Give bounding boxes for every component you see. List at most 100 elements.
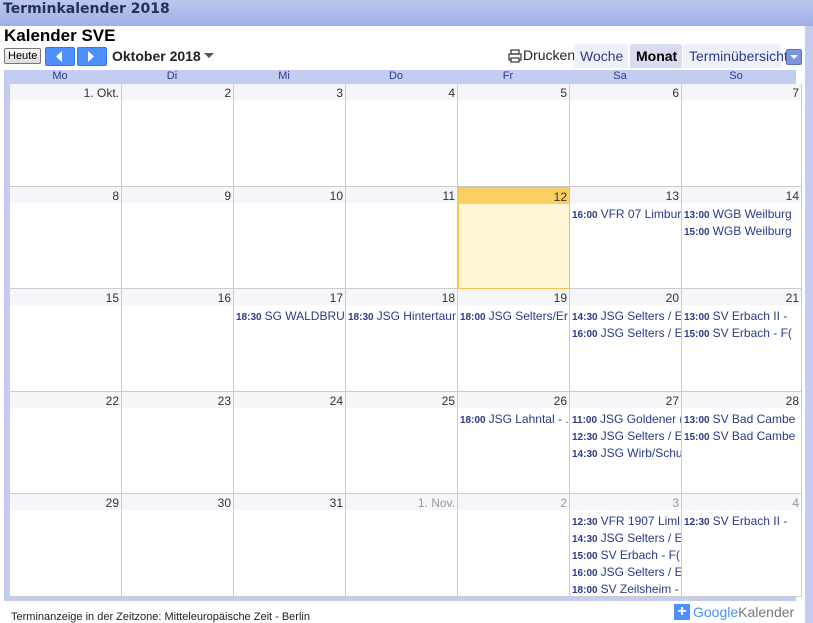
day-cell[interactable]: 23 — [122, 392, 234, 494]
month-picker-dropdown[interactable] — [204, 53, 214, 58]
day-number[interactable]: 4 — [792, 496, 799, 510]
day-number[interactable]: 20 — [666, 291, 679, 305]
day-cell[interactable]: 19 18:00 JSG Selters/Er — [458, 289, 570, 392]
event-item[interactable]: 16:00 VFR 07 Limbur — [572, 207, 681, 221]
day-cell[interactable]: 11 — [346, 187, 458, 289]
day-number[interactable]: 13 — [666, 189, 679, 203]
day-number[interactable]: 29 — [106, 496, 119, 510]
prev-month-button[interactable] — [45, 47, 75, 66]
event-item[interactable]: 12:30 JSG Selters / E — [572, 429, 681, 443]
day-cell[interactable]: 24 — [234, 392, 346, 494]
day-cell[interactable]: 16 — [122, 289, 234, 392]
event-item[interactable]: 18:00 JSG Selters/Er — [460, 309, 568, 323]
day-number[interactable]: 26 — [554, 394, 567, 408]
event-item[interactable]: 15:00 SV Erbach - F( — [572, 548, 680, 562]
day-number[interactable]: 22 — [106, 394, 119, 408]
day-number[interactable]: 1. Okt. — [84, 86, 119, 100]
event-item[interactable]: 18:30 JSG Hintertaur — [348, 309, 456, 323]
event-item[interactable]: 14:30 JSG Wirb/Schu — [572, 446, 681, 460]
day-number[interactable]: 11 — [443, 189, 455, 203]
tab-week[interactable]: Woche — [574, 44, 628, 68]
view-dropdown-button[interactable] — [786, 49, 802, 65]
day-cell[interactable]: 27 11:00 JSG Goldener ( 12:30 JSG Selters / … — [570, 392, 682, 494]
day-cell[interactable]: 17 18:30 SG WALDBRUN — [234, 289, 346, 392]
day-cell[interactable]: 3 — [234, 84, 346, 187]
day-number[interactable]: 28 — [786, 394, 799, 408]
day-cell[interactable]: 22 — [10, 392, 122, 494]
day-cell[interactable]: 5 — [458, 84, 570, 187]
tab-agenda[interactable]: Terminübersicht — [683, 44, 788, 68]
day-cell[interactable]: 2 — [122, 84, 234, 187]
event-item[interactable]: 13:00 WGB Weilburg — [684, 207, 792, 221]
day-cell[interactable]: 9 — [122, 187, 234, 289]
day-number[interactable]: 3 — [672, 496, 679, 510]
event-item[interactable]: 14:30 JSG Selters / E — [572, 309, 681, 323]
day-number[interactable]: 21 — [786, 291, 799, 305]
day-number[interactable]: 8 — [112, 189, 119, 203]
day-cell[interactable]: 21 13:00 SV Erbach II - 15:00 SV Erbach - F( — [682, 289, 802, 392]
day-cell[interactable]: 14 13:00 WGB Weilburg 15:00 WGB Weilburg — [682, 187, 802, 289]
event-item[interactable]: 18:00 JSG Lahntal - . — [460, 412, 569, 426]
day-cell[interactable]: 15 — [10, 289, 122, 392]
day-number[interactable]: 30 — [218, 496, 231, 510]
event-item[interactable]: 15:00 WGB Weilburg — [684, 224, 792, 238]
event-item[interactable]: 13:00 SV Erbach II - — [684, 309, 787, 323]
day-number[interactable]: 19 — [554, 291, 567, 305]
day-number[interactable]: 18 — [442, 291, 455, 305]
event-item[interactable]: 12:30 VFR 1907 Liml — [572, 514, 680, 528]
day-number[interactable]: 17 — [330, 291, 343, 305]
day-cell[interactable]: 20 14:30 JSG Selters / E 16:00 JSG Selters /… — [570, 289, 682, 392]
day-number[interactable]: 4 — [448, 86, 455, 100]
day-cell-today[interactable]: 12 — [458, 187, 570, 289]
event-item[interactable]: 15:00 SV Erbach - F( — [684, 326, 792, 340]
day-number[interactable]: 9 — [224, 189, 231, 203]
day-number[interactable]: 23 — [218, 394, 231, 408]
day-cell[interactable]: 30 — [122, 494, 234, 597]
event-item[interactable]: 11:00 JSG Goldener ( — [572, 412, 681, 426]
day-number[interactable]: 2 — [560, 496, 567, 510]
tab-month[interactable]: Monat — [630, 44, 682, 68]
event-item[interactable]: 13:00 SV Bad Cambe — [684, 412, 795, 426]
day-cell[interactable]: 8 — [10, 187, 122, 289]
day-cell[interactable]: 1. Okt. — [10, 84, 122, 187]
day-cell[interactable]: 6 — [570, 84, 682, 187]
event-item[interactable]: 18:30 SG WALDBRUN — [236, 309, 345, 323]
day-number[interactable]: 2 — [224, 86, 231, 100]
day-cell[interactable]: 3 12:30 VFR 1907 Liml 14:30 JSG Selters / E 1… — [570, 494, 682, 597]
event-item[interactable]: 15:00 SV Bad Cambe — [684, 429, 795, 443]
day-cell[interactable]: 1. Nov. — [346, 494, 458, 597]
day-cell[interactable]: 4 — [346, 84, 458, 187]
day-number[interactable]: 3 — [336, 86, 343, 100]
print-button[interactable]: Drucken — [508, 47, 575, 63]
day-number[interactable]: 24 — [330, 394, 343, 408]
day-number[interactable]: 5 — [560, 86, 567, 100]
day-number[interactable]: 31 — [330, 496, 343, 510]
event-item[interactable]: 16:00 JSG Selters / E — [572, 326, 681, 340]
event-item[interactable]: 14:30 JSG Selters / E — [572, 531, 681, 545]
day-number[interactable]: 16 — [218, 291, 231, 305]
day-cell[interactable]: 18 18:30 JSG Hintertaur — [346, 289, 458, 392]
day-cell[interactable]: 2 — [458, 494, 570, 597]
day-cell[interactable]: 10 — [234, 187, 346, 289]
event-item[interactable]: 18:00 SV Zeilsheim - — [572, 582, 679, 596]
day-number[interactable]: 14 — [786, 189, 799, 203]
day-cell[interactable]: 28 13:00 SV Bad Cambe 15:00 SV Bad Cambe — [682, 392, 802, 494]
day-cell[interactable]: 25 — [346, 392, 458, 494]
today-button[interactable]: Heute — [4, 48, 42, 64]
day-cell[interactable]: 13 16:00 VFR 07 Limbur — [570, 187, 682, 289]
day-cell[interactable]: 4 12:30 SV Erbach II - — [682, 494, 802, 597]
day-number[interactable]: 27 — [666, 394, 679, 408]
day-cell[interactable]: 29 — [10, 494, 122, 597]
event-item[interactable]: 16:00 JSG Selters / E — [572, 565, 681, 579]
next-month-button[interactable] — [77, 47, 107, 66]
day-cell[interactable]: 26 18:00 JSG Lahntal - . — [458, 392, 570, 494]
day-number[interactable]: 12 — [554, 190, 567, 204]
day-number[interactable]: 7 — [792, 86, 799, 100]
event-item[interactable]: 12:30 SV Erbach II - — [684, 514, 787, 528]
day-cell[interactable]: 31 — [234, 494, 346, 597]
day-number[interactable]: 1. Nov. — [418, 496, 455, 510]
day-number[interactable]: 15 — [106, 291, 119, 305]
day-number[interactable]: 25 — [442, 394, 455, 408]
day-number[interactable]: 10 — [330, 189, 343, 203]
day-number[interactable]: 6 — [672, 86, 679, 100]
